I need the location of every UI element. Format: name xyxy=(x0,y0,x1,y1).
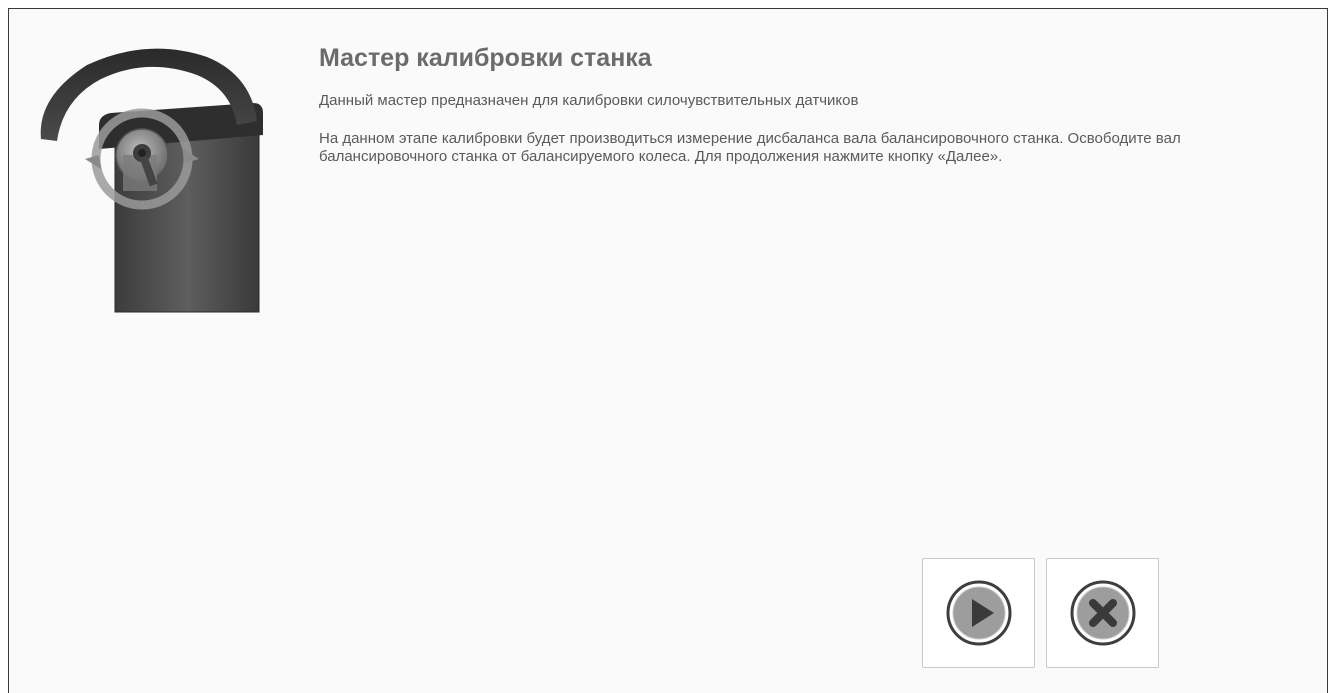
cancel-button[interactable] xyxy=(1046,558,1159,668)
wizard-description: Данный мастер предназначен для калибровк… xyxy=(319,92,859,109)
play-icon xyxy=(946,580,1011,646)
wheel-balancer-rotation-icon xyxy=(40,48,263,313)
close-icon xyxy=(1070,580,1135,646)
next-button[interactable] xyxy=(922,558,1035,668)
wizard-content: Мастер калибровки станка Данный мастер п… xyxy=(319,43,1299,166)
wizard-window: Мастер калибровки станка Данный мастер п… xyxy=(8,8,1328,693)
wheel-balancer-illustration xyxy=(27,37,267,317)
wizard-instruction: На данном этапе калибровки будет произво… xyxy=(319,130,1181,165)
page-title: Мастер калибровки станка xyxy=(319,44,652,72)
